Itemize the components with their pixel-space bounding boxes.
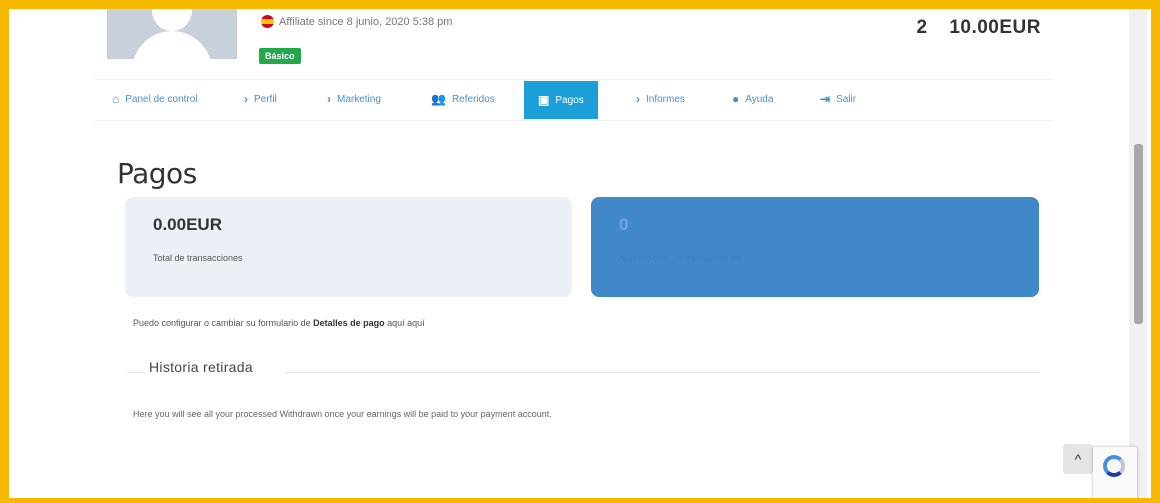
total-amount-label: Total de transacciones [153, 253, 243, 263]
header-stats: 2 10.00EUR [900, 17, 1041, 39]
recaptcha-badge[interactable] [1093, 447, 1137, 498]
transactions-label: Número total de transacciones [619, 253, 742, 263]
total-amount: 0.00EUR [153, 215, 222, 234]
nav-label: Pagos [555, 94, 584, 106]
transactions-count: 0 [619, 215, 629, 234]
nav-label: Panel de control [125, 93, 198, 105]
nav-label: Marketing [337, 93, 381, 105]
page-title: Pagos [117, 157, 197, 190]
scrollbar[interactable] [1129, 9, 1147, 498]
chevron-up-icon: ^ [1074, 451, 1082, 467]
affiliate-since-text: Affiliate since 8 junio, 2020 5:38 pm [279, 15, 453, 28]
payment-details-link[interactable]: aquí aquí [385, 318, 425, 328]
transactions-card: 0 Número total de transacciones [591, 197, 1039, 297]
nav-item-panel[interactable]: ⌂ Panel de control [112, 80, 198, 118]
nav-item-perfil[interactable]: › Perfil [244, 80, 277, 118]
withdraw-history-section: Historia retirada [127, 359, 1039, 381]
payment-details-info: Puedo configurar o cambiar su formulario… [133, 318, 425, 328]
home-icon: ⌂ [112, 92, 120, 106]
nav-item-marketing[interactable]: › Marketing [327, 80, 381, 118]
spain-flag-icon [261, 15, 274, 28]
scroll-to-top-button[interactable]: ^ [1063, 444, 1093, 474]
payment-details-label: Detalles de pago [313, 318, 385, 328]
nav-label: Informes [646, 93, 685, 105]
nav-item-pagos[interactable]: ▣ Pagos [524, 81, 598, 119]
nav-item-informes[interactable]: › Informes [636, 80, 685, 118]
main-nav: ⌂ Panel de control › Perfil › Marketing … [94, 79, 1054, 121]
info-text: Puedo configurar o cambiar su formulario… [133, 318, 314, 328]
stat-amount: 10.00EUR [949, 17, 1041, 38]
logout-icon: ⇥ [820, 92, 831, 106]
avatar [107, 9, 237, 59]
money-icon: ▣ [538, 93, 550, 107]
recaptcha-icon [1103, 455, 1125, 477]
chevron-right-icon: › [327, 92, 331, 106]
stat-count: 2 [916, 17, 928, 38]
nav-item-referidos[interactable]: 👥 Referidos [431, 80, 495, 118]
nav-label: Salir [836, 93, 857, 105]
section-title: Historia retirada [149, 359, 253, 375]
chevron-right-icon: › [244, 92, 248, 106]
nav-label: Perfil [254, 93, 277, 105]
chevron-right-icon: › [636, 92, 640, 106]
withdraw-note: Here you will see all your processed Wit… [133, 409, 552, 419]
nav-item-salir[interactable]: ⇥ Salir [820, 80, 856, 118]
nav-label: Ayuda [745, 93, 774, 105]
page: Affiliate since 8 junio, 2020 5:38 pm Bá… [9, 9, 1151, 498]
level-badge: Básico [259, 48, 301, 64]
users-icon: 👥 [431, 92, 446, 106]
nav-item-ayuda[interactable]: ● Ayuda [732, 80, 773, 118]
question-icon: ● [732, 92, 740, 106]
total-amount-card: 0.00EUR Total de transacciones [125, 197, 572, 297]
nav-label: Referidos [451, 93, 495, 105]
scrollbar-thumb[interactable] [1134, 144, 1143, 324]
affiliate-since: Affiliate since 8 junio, 2020 5:38 pm [261, 15, 452, 28]
